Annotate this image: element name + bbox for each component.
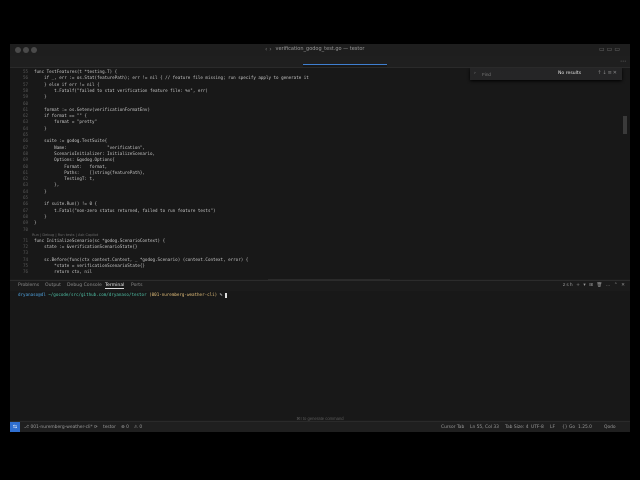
terminal-cursor [224, 292, 228, 298]
code-text: *state = verificationScenarioState{} [34, 263, 145, 268]
language-mode[interactable]: {} Go [562, 425, 575, 430]
code-text: } [34, 125, 47, 131]
code-text: } [34, 94, 47, 100]
tab-terminal[interactable]: Terminal [105, 283, 125, 289]
warning-count[interactable]: ⚠ 0 [134, 425, 142, 430]
layout-toggle-icons[interactable]: ▭▭▭ [599, 46, 622, 53]
tab-ports[interactable]: Ports [131, 283, 143, 288]
code-text: } [34, 220, 37, 226]
prompt-path: ~/gocode/src/github.com/dryanaso/testor [48, 292, 147, 297]
code-text: if suite.Run() != 0 { [34, 201, 98, 207]
editor-tab-bar: Mresearch.mdUMspec.mdUMplan.mdUMtasks.md… [10, 56, 630, 68]
scrollbar-thumb[interactable] [623, 116, 627, 134]
code-text: suite := godog.TestSuite{ [34, 138, 108, 144]
code-text: func InitializeScenario(sc *godog.Scenar… [34, 237, 166, 243]
cursor-position[interactable]: Ln 55, Col 33 [470, 425, 499, 430]
code-text: state := &verificationScenarioState{} [34, 244, 138, 250]
panel-tab-bar: Problems Output Debug Console Terminal P… [10, 280, 630, 291]
code-text: } [34, 213, 47, 219]
code-text: return ctx, nil [34, 269, 92, 275]
window-title: verification_godog_test.go — testor [275, 46, 365, 52]
go-version[interactable]: 1.25.0 [578, 425, 592, 430]
tab-debug-console[interactable]: Debug Console [67, 283, 102, 288]
more-actions-icon[interactable]: ⋯ [620, 56, 626, 67]
title-bar: ‹ › verification_godog_test.go — testor … [10, 44, 630, 56]
cursor-tab-status[interactable]: Cursor Tab [441, 425, 464, 430]
terminal-prompt: dryanaso@dl ~/gocode/src/github.com/drya… [18, 292, 228, 298]
branch-status[interactable]: ⎇ 001-nuremberg-weather-cli* [24, 425, 93, 430]
code-text: if format == "" { [34, 113, 87, 119]
code-text: } [34, 188, 47, 194]
remote-icon[interactable]: ⇆ [10, 422, 20, 432]
code-text: ScenarioInitializer: InitializeScenario, [34, 150, 156, 156]
prompt-branch: (001-nuremberg-weather-cli) [149, 292, 218, 297]
project-name[interactable]: testor [103, 425, 116, 430]
line-number: 70 [22, 226, 28, 232]
code-text: TestingT: t, [34, 176, 95, 182]
code-line: 76 return ctx, nil [10, 269, 618, 275]
codelens-actions[interactable]: Run | Debug | Run tests | Ask Copilot [32, 233, 98, 237]
code-text: Format: format, [34, 163, 108, 169]
tab-problems[interactable]: Problems [18, 283, 39, 288]
code-line: 70 [10, 227, 618, 233]
prompt-user: dryanaso@dl [18, 292, 46, 297]
code-text: t.Fatal("non-zero status returned, faile… [34, 207, 216, 213]
code-text: }, [34, 182, 60, 188]
encoding[interactable]: UTF-8 [531, 425, 544, 430]
branch-name: 001-nuremberg-weather-cli* [30, 425, 93, 430]
code-text: format := os.Getenv(verificationFormatEn… [34, 106, 150, 112]
tab-output[interactable]: Output [45, 283, 61, 288]
code-text: if _, err := os.Stat(featurePath); err !… [34, 75, 309, 81]
code-text: Options: &godog.Options{ [34, 157, 115, 163]
status-bar: ⇆ ⎇ 001-nuremberg-weather-cli* ⟳ testor … [10, 421, 630, 432]
qodo-status[interactable]: Qodo [604, 425, 616, 430]
code-text: sc.Before(func(ctx context.Context, _ *g… [34, 256, 249, 262]
line-ending[interactable]: LF [550, 425, 555, 430]
tab-size[interactable]: Tab Size: 4 [505, 425, 529, 430]
editor-window: ‹ › verification_godog_test.go — testor … [10, 44, 630, 432]
code-text: format = "pretty" [34, 119, 98, 125]
terminal-toolbar[interactable]: zsh + ▾ ⊞ 🗑 … ⌃ ✕ [563, 283, 626, 288]
code-text: Name: "verification", [34, 144, 145, 150]
code-text: Paths: []string{featurePath}, [34, 169, 145, 175]
code-text: func TestFeatures(t *testing.T) { [34, 69, 118, 74]
line-number: 76 [22, 269, 28, 275]
error-count[interactable]: ⊗ 0 [121, 425, 129, 430]
code-text: t.Fatalf("failed to stat verification fe… [34, 87, 208, 93]
sync-icon[interactable]: ⟳ [94, 425, 98, 430]
code-editor[interactable]: › No results ↑↓≡✕ 55func TestFeatures(t … [10, 68, 630, 279]
terminal[interactable]: dryanaso@dl ~/gocode/src/github.com/drya… [10, 291, 630, 421]
code-text: } else if err != nil { [34, 81, 100, 87]
